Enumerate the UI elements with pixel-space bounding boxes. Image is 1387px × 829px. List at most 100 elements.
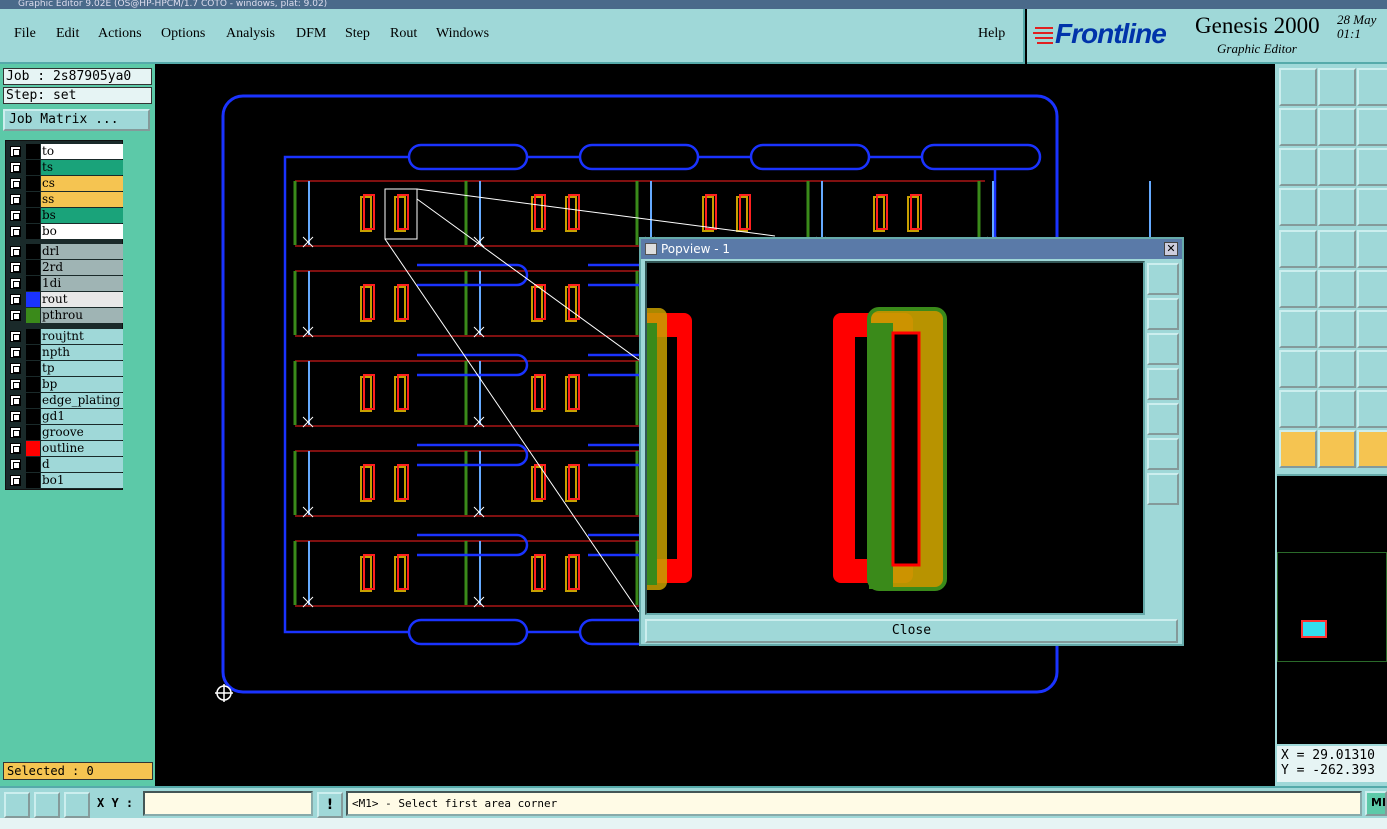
layer-checkbox[interactable] <box>10 194 21 205</box>
layer-color-swatch[interactable] <box>26 176 40 191</box>
zoom-out-icon[interactable] <box>1147 438 1179 470</box>
layer-color-swatch[interactable] <box>26 329 40 344</box>
triangle-icon[interactable] <box>1279 390 1317 428</box>
layer-checkbox[interactable] <box>10 162 21 173</box>
layer-name[interactable]: bo1 <box>41 473 123 488</box>
layer-checkbox[interactable] <box>10 443 21 454</box>
pan-left-icon[interactable] <box>1147 368 1179 400</box>
layer-name[interactable]: 1di <box>41 276 123 291</box>
layer-checkbox[interactable] <box>10 427 21 438</box>
layer-name[interactable]: ts <box>41 160 123 175</box>
layer-row[interactable]: groove <box>6 425 124 440</box>
select-circle-icon[interactable] <box>1357 430 1387 468</box>
layer-color-swatch[interactable] <box>26 361 40 376</box>
layer-row[interactable]: bo1 <box>6 473 124 488</box>
layer-color-swatch[interactable] <box>26 425 40 440</box>
layer-checkbox[interactable] <box>10 411 21 422</box>
close-icon[interactable]: ✕ <box>1164 242 1178 256</box>
layer-checkbox[interactable] <box>10 379 21 390</box>
layers-icon[interactable] <box>1357 188 1387 226</box>
layer-row[interactable]: npth <box>6 345 124 360</box>
menu-help[interactable]: Help <box>978 26 1005 42</box>
layer-color-swatch[interactable] <box>26 160 40 175</box>
zoom-home-icon[interactable] <box>1279 68 1317 106</box>
menu-actions[interactable]: Actions <box>98 26 142 42</box>
menu-file[interactable]: File <box>14 26 36 42</box>
pad-icon[interactable] <box>1318 188 1356 226</box>
fit-screen-icon[interactable] <box>1279 148 1317 186</box>
pan-up-icon[interactable] <box>1147 298 1179 330</box>
layer-name[interactable]: groove <box>41 425 123 440</box>
menu-step[interactable]: Step <box>345 26 370 42</box>
layer-checkbox[interactable] <box>10 475 21 486</box>
layer-color-swatch[interactable] <box>26 409 40 424</box>
layer-color-swatch[interactable] <box>26 377 40 392</box>
layer-name[interactable]: bs <box>41 208 123 223</box>
layer-color-swatch[interactable] <box>26 345 40 360</box>
menu-windows[interactable]: Windows <box>436 26 489 42</box>
layer-name[interactable]: ss <box>41 192 123 207</box>
layer-row[interactable]: roujtnt <box>6 329 124 344</box>
undo-icon[interactable] <box>1357 108 1387 146</box>
layer-row[interactable]: ts <box>6 160 124 175</box>
layer-checkbox[interactable] <box>10 459 21 470</box>
layer-checkbox[interactable] <box>10 395 21 406</box>
layer-color-swatch[interactable] <box>26 457 40 472</box>
line-icon[interactable] <box>1318 230 1356 268</box>
layer-checkbox[interactable] <box>10 146 21 157</box>
arc-icon[interactable] <box>1357 270 1387 308</box>
layer-name[interactable]: to <box>41 144 123 159</box>
alert-icon[interactable]: ! <box>317 792 343 818</box>
node-icon[interactable] <box>1279 270 1317 308</box>
xy-input[interactable] <box>143 791 313 816</box>
layer-checkbox[interactable] <box>10 278 21 289</box>
popview-titlebar[interactable]: Popview - 1 ✕ <box>641 239 1182 259</box>
layer-color-swatch[interactable] <box>26 260 40 275</box>
pan-right-icon[interactable] <box>1147 403 1179 435</box>
job-matrix-button[interactable]: Job Matrix ... <box>3 109 150 131</box>
measure-icon[interactable] <box>34 792 60 818</box>
pan-down-icon[interactable] <box>1147 333 1179 365</box>
pan-right-icon[interactable] <box>1318 108 1356 146</box>
cut-icon[interactable] <box>1318 350 1356 388</box>
layer-checkbox[interactable] <box>10 363 21 374</box>
layer-color-swatch[interactable] <box>26 292 40 307</box>
triangle-blue-icon[interactable] <box>1357 390 1387 428</box>
angle-icon[interactable] <box>1279 310 1317 348</box>
layer-color-swatch[interactable] <box>26 224 40 239</box>
layer-color-swatch[interactable] <box>26 208 40 223</box>
rotate-icon[interactable] <box>1357 310 1387 348</box>
layer-name[interactable]: outline <box>41 441 123 456</box>
layer-checkbox[interactable] <box>10 294 21 305</box>
menu-options[interactable]: Options <box>161 26 205 42</box>
layer-checkbox[interactable] <box>10 310 21 321</box>
layer-row[interactable]: rout <box>6 292 124 307</box>
layer-row[interactable]: cs <box>6 176 124 191</box>
layer-row[interactable]: edge_plating <box>6 393 124 408</box>
layer-row[interactable]: gd1 <box>6 409 124 424</box>
layer-row[interactable]: ss <box>6 192 124 207</box>
layer-color-swatch[interactable] <box>26 192 40 207</box>
snap-mode-icon[interactable] <box>4 792 30 818</box>
menu-edit[interactable]: Edit <box>56 26 79 42</box>
step-up-icon[interactable] <box>1318 68 1356 106</box>
layer-color-swatch[interactable] <box>26 308 40 323</box>
layer-row[interactable]: drl <box>6 244 124 259</box>
layer-name[interactable]: rout <box>41 292 123 307</box>
layer-row[interactable]: to <box>6 144 124 159</box>
popview-canvas[interactable] <box>645 261 1145 615</box>
menu-rout[interactable]: Rout <box>390 26 417 42</box>
layer-row[interactable]: 1di <box>6 276 124 291</box>
layer-row[interactable]: pthrou <box>6 308 124 323</box>
layer-name[interactable]: tp <box>41 361 123 376</box>
layer-name[interactable]: d <box>41 457 123 472</box>
cross-icon[interactable] <box>1318 270 1356 308</box>
layer-color-swatch[interactable] <box>26 393 40 408</box>
layer-checkbox[interactable] <box>10 262 21 273</box>
layer-name[interactable]: edge_plating <box>41 393 123 408</box>
layer-name[interactable]: bp <box>41 377 123 392</box>
layer-name[interactable]: roujtnt <box>41 329 123 344</box>
layer-name[interactable]: gd1 <box>41 409 123 424</box>
layer-name[interactable]: drl <box>41 244 123 259</box>
layer-name[interactable]: 2rd <box>41 260 123 275</box>
